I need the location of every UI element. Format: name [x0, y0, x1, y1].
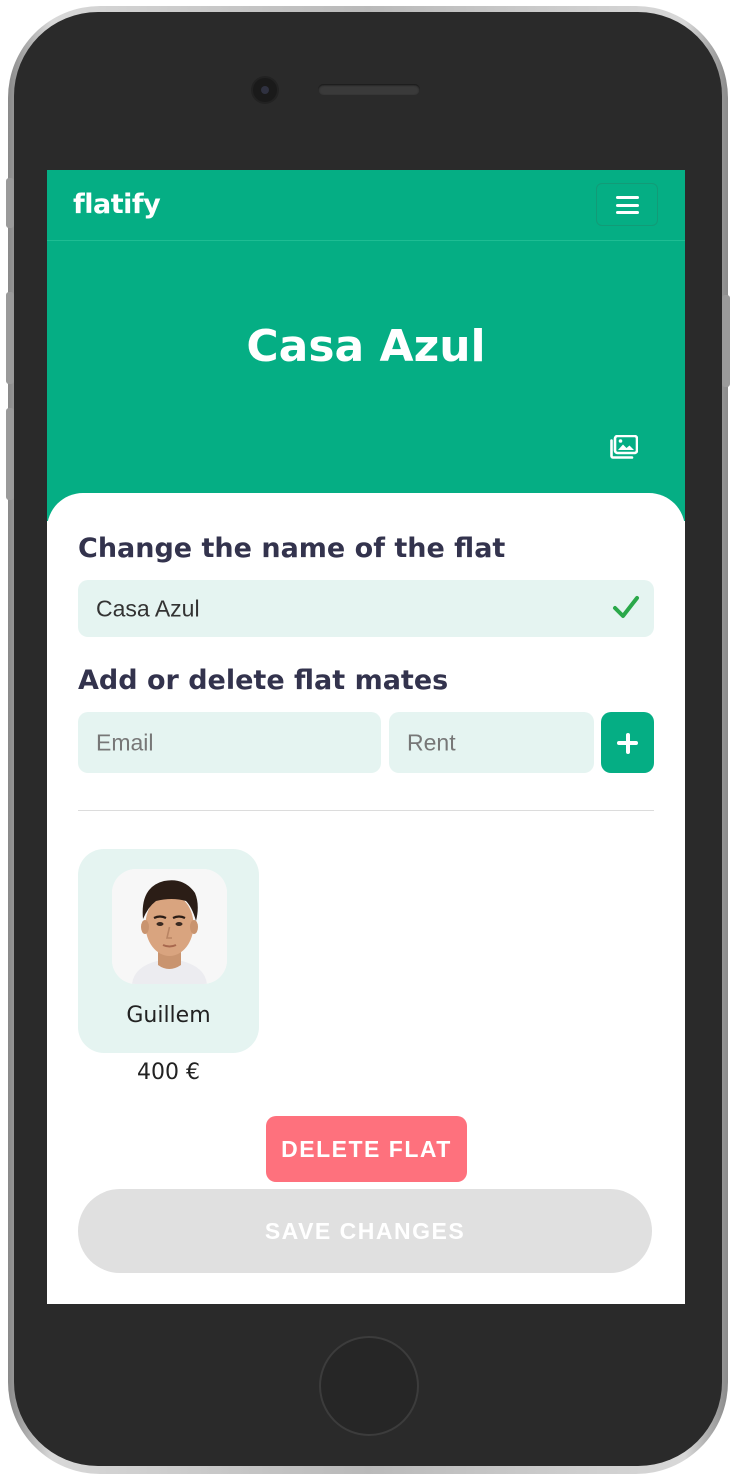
volume-down-button	[6, 408, 14, 500]
app-logo[interactable]: flatify	[73, 189, 161, 220]
volume-up-button	[6, 292, 14, 384]
flat-name-value: Casa Azul	[96, 595, 200, 621]
power-button	[722, 295, 730, 387]
add-flatmate-button[interactable]	[601, 712, 654, 773]
mute-switch	[6, 178, 14, 228]
home-button	[319, 1336, 419, 1436]
flatmate-card[interactable]: Guillem	[78, 849, 259, 1053]
email-input[interactable]: Email	[78, 712, 381, 773]
flatmate-name: Guillem	[126, 1003, 211, 1028]
flat-hero: Casa Azul	[47, 241, 685, 521]
app-screen: flatify Casa Azul Change the name of the…	[47, 170, 685, 1304]
rename-section-title: Change the name of the flat	[78, 533, 506, 564]
image-gallery-icon[interactable]	[610, 435, 638, 459]
flat-name-input[interactable]: Casa Azul	[78, 580, 654, 637]
front-camera	[253, 78, 277, 102]
flatmate-avatar	[112, 869, 227, 984]
mates-section-title: Add or delete flat mates	[78, 665, 449, 696]
navbar: flatify	[47, 170, 685, 241]
save-changes-button[interactable]: SAVE CHANGES	[78, 1189, 652, 1273]
delete-flat-button[interactable]: DELETE FLAT	[266, 1116, 467, 1182]
menu-toggle-button[interactable]	[596, 183, 658, 226]
flatmate-rent: 400 €	[137, 1060, 200, 1085]
checkmark-icon	[613, 596, 639, 618]
rent-placeholder: Rent	[407, 729, 456, 755]
rent-input[interactable]: Rent	[389, 712, 594, 773]
email-placeholder: Email	[96, 729, 154, 755]
section-divider	[78, 810, 654, 811]
earpiece-speaker	[318, 84, 420, 95]
flat-title: Casa Azul	[246, 321, 486, 372]
